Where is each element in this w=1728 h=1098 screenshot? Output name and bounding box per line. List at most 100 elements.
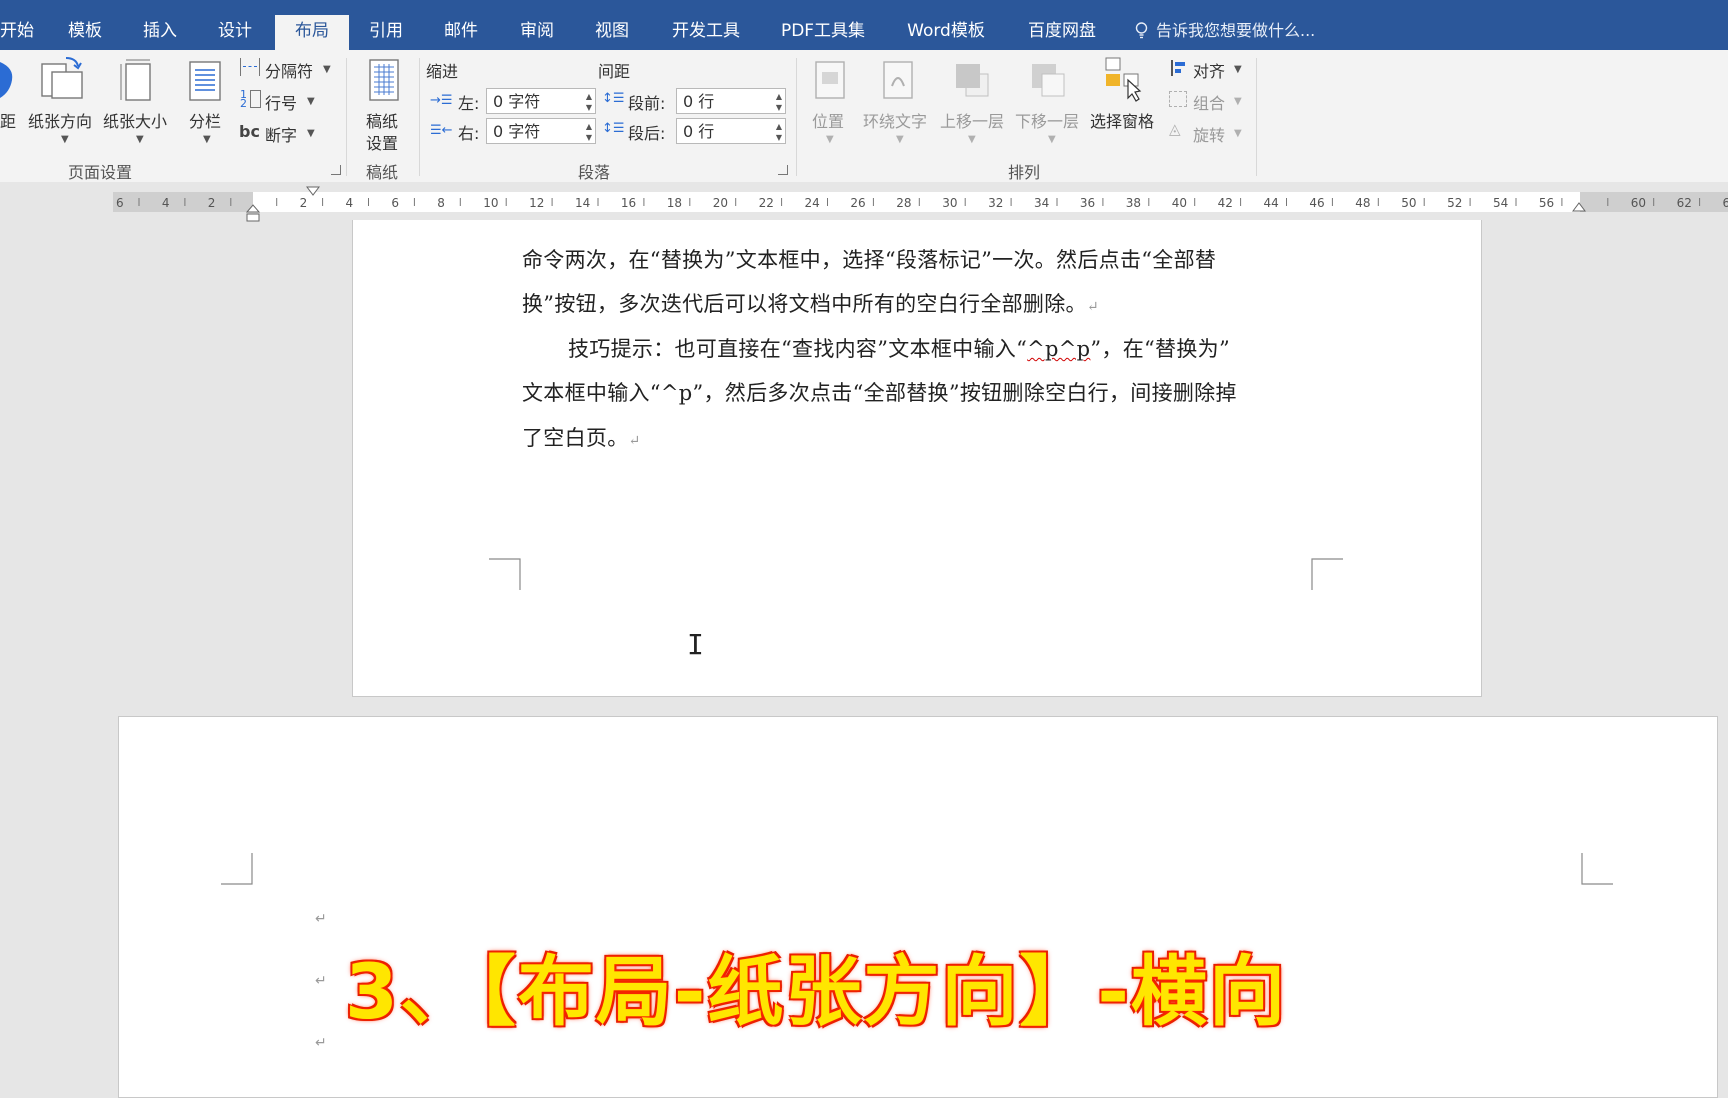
indent-left-label: 左:: [458, 90, 479, 114]
ribbon: 距 纸张方向 ▼ 纸张大小 ▼ 分栏 ▼: [0, 50, 1728, 183]
rotate-label: 旋转: [1193, 122, 1225, 146]
ruler-tick-label: 52: [1447, 196, 1462, 210]
ruler-tick-label: 44: [1264, 196, 1279, 210]
document-text-line: 换”按钮，多次迭代后可以将文档中所有的空白行全部删除。↵: [522, 288, 1099, 318]
spinner-arrows-icon[interactable]: ▲▼: [586, 121, 592, 143]
bring-forward-label: 上移一层: [940, 108, 1004, 132]
send-backward-label: 下移一层: [1015, 108, 1079, 132]
spacing-header: 间距: [598, 58, 630, 82]
page-size-label: 纸张大小: [103, 108, 167, 132]
horizontal-ruler[interactable]: 6422468101214161820222426283032343638404…: [0, 182, 1728, 220]
indent-right-icon: ☰←: [430, 123, 453, 138]
tab-home[interactable]: 开始: [0, 0, 30, 50]
arrange-group-label: 排列: [1008, 159, 1040, 183]
spinner-arrows-icon[interactable]: ▲▼: [776, 121, 782, 143]
ruler-tick-label: 28: [896, 196, 911, 210]
indent-left-input[interactable]: 0 字符 ▲▼: [486, 88, 596, 114]
tab-design[interactable]: 设计: [216, 0, 254, 50]
orientation-label: 纸张方向: [28, 108, 92, 132]
hyphenation-icon: bc: [239, 122, 260, 141]
chevron-down-icon: ▼: [203, 134, 211, 145]
ruler-tick-label: 64: [1723, 196, 1728, 210]
indent-right-input[interactable]: 0 字符 ▲▼: [486, 118, 596, 144]
spelling-error-text: ^p^p: [1027, 337, 1090, 361]
ruler-tick-label: 8: [437, 196, 445, 210]
ruler-tick-label: 54: [1493, 196, 1508, 210]
tell-me-text: 告诉我您想要做什么...: [1156, 21, 1315, 40]
tab-insert[interactable]: 插入: [141, 0, 179, 50]
hanging-indent-marker-icon[interactable]: [246, 204, 260, 222]
right-indent-marker-icon[interactable]: [1572, 202, 1586, 212]
ruler-tick-label: 22: [759, 196, 774, 210]
page-size-icon: [118, 58, 156, 104]
text-cursor-icon: I: [687, 628, 704, 661]
align-label: 对齐: [1193, 58, 1225, 82]
selection-pane-label: 选择窗格: [1090, 108, 1154, 132]
ribbon-tab-bar: 开始 模板 插入 设计 布局 引用 邮件 审阅 视图 开发工具 PDF工具集 W…: [0, 0, 1728, 50]
chevron-down-icon: ▼: [61, 134, 69, 145]
tab-baidu-netdisk[interactable]: 百度网盘: [1026, 0, 1098, 50]
columns-icon: [188, 60, 222, 102]
group-icon: [1169, 91, 1187, 107]
tab-mailings[interactable]: 邮件: [442, 0, 480, 50]
tab-word-templates[interactable]: Word模板: [904, 0, 988, 50]
first-line-indent-marker-icon[interactable]: [306, 186, 320, 196]
tab-view[interactable]: 视图: [593, 0, 631, 50]
paragraph-mark-icon: ↵: [315, 911, 327, 927]
document-text-line: 文本框中输入“^p”，然后多次点击“全部替换”按钮删除空白行，间接删除掉: [522, 377, 1237, 407]
ruler-tick-label: 60: [1631, 196, 1646, 210]
margins-label: 距: [0, 108, 16, 132]
document-text-line: 命令两次，在“替换为”文本框中，选择“段落标记”一次。然后点击“全部替: [522, 244, 1216, 274]
spacing-before-icon: ↕☰: [602, 91, 625, 106]
group-divider: [346, 58, 347, 176]
margin-corner-mark: [489, 558, 521, 590]
ruler-tick-label: 6: [391, 196, 399, 210]
line-numbers-label: 行号: [265, 90, 297, 114]
tab-review[interactable]: 审阅: [518, 0, 556, 50]
ruler-tick-label: 62: [1677, 196, 1692, 210]
document-text-line: 技巧提示：也可直接在“查找内容”文本框中输入“^p^p”，在“替换为”: [568, 333, 1230, 363]
chevron-down-icon: ▼: [968, 134, 976, 145]
lightbulb-icon: [1135, 22, 1148, 39]
chevron-down-icon: ▼: [307, 96, 315, 107]
manuscript-label-2: 设置: [366, 130, 398, 154]
chevron-down-icon: ▼: [323, 64, 331, 75]
wrap-text-icon: [882, 60, 914, 100]
group-divider: [419, 58, 420, 176]
page-setup-group-label: 页面设置: [68, 159, 132, 183]
group-label: 组合: [1193, 90, 1225, 114]
spinner-arrows-icon[interactable]: ▲▼: [586, 91, 592, 113]
dialog-launcher-icon[interactable]: [778, 165, 788, 175]
ruler-tick-label: 12: [529, 196, 544, 210]
manuscript-label-1: 稿纸: [366, 108, 398, 132]
chevron-down-icon: ▼: [896, 134, 904, 145]
tab-developer[interactable]: 开发工具: [670, 0, 742, 50]
spinner-arrows-icon[interactable]: ▲▼: [776, 91, 782, 113]
margin-corner-mark: [1311, 558, 1343, 590]
bring-forward-icon: [952, 60, 992, 100]
spacing-after-icon: ↕☰: [602, 121, 625, 136]
tab-pdf-tools[interactable]: PDF工具集: [780, 0, 866, 50]
ruler-tick-label: 24: [805, 196, 820, 210]
group-divider: [1256, 58, 1257, 176]
ruler-tick-label: 46: [1309, 196, 1324, 210]
tab-templates[interactable]: 模板: [66, 0, 104, 50]
tab-references[interactable]: 引用: [367, 0, 405, 50]
tutorial-caption-overlay: 3、【布局-纸张方向】-横向: [345, 930, 1287, 1040]
dialog-launcher-icon[interactable]: [331, 165, 341, 175]
spacing-after-input[interactable]: 0 行 ▲▼: [676, 118, 786, 144]
hyphenation-label: 断字: [265, 122, 297, 146]
ruler-tick-label: 18: [667, 196, 682, 210]
ruler-tick-label: 20: [713, 196, 728, 210]
document-page-1[interactable]: 命令两次，在“替换为”文本框中，选择“段落标记”一次。然后点击“全部替 换”按钮…: [352, 220, 1482, 697]
align-icon: [1171, 60, 1187, 76]
spacing-before-value: 0 行: [683, 92, 714, 111]
document-page-2[interactable]: ↵ ↵ ↵: [118, 716, 1718, 1098]
chevron-down-icon: ▼: [1048, 134, 1056, 145]
ruler-tick-label: 36: [1080, 196, 1095, 210]
document-text-line: 了空白页。↵: [522, 422, 641, 452]
chevron-down-icon: ▼: [1234, 96, 1242, 107]
manuscript-group-label: 稿纸: [366, 159, 398, 183]
margins-icon: [0, 60, 16, 100]
spacing-before-input[interactable]: 0 行 ▲▼: [676, 88, 786, 114]
